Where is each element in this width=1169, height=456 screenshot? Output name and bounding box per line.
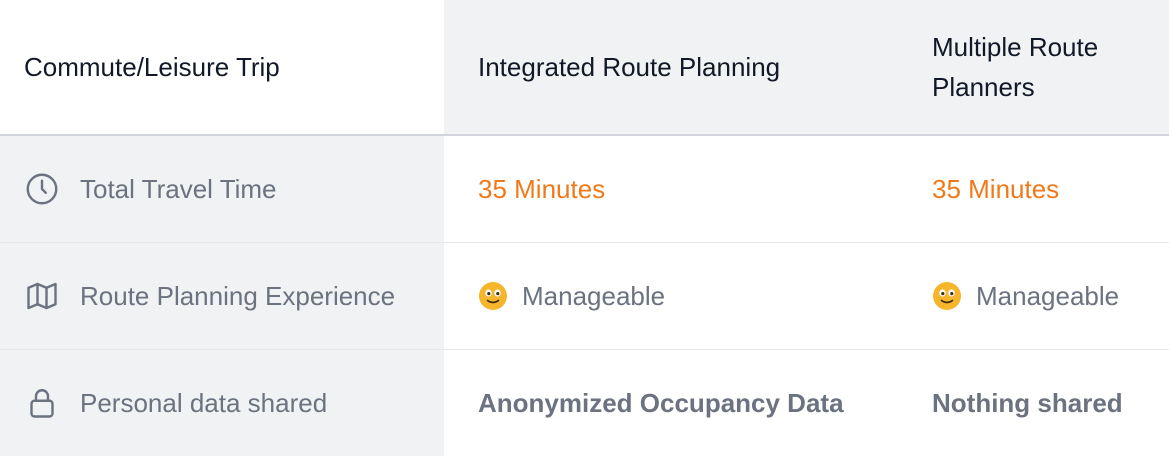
row-label-total-travel-time: Total Travel Time [0,136,444,243]
header-integrated-route-planning: Integrated Route Planning [444,0,900,136]
multiple-personal-data: Nothing shared [900,350,1169,456]
row-label-personal-data-shared: Personal data shared [0,350,444,456]
comparison-table: Commute/Leisure Trip Integrated Route Pl… [0,0,1169,456]
multiple-experience: Manageable [900,243,1169,350]
multiple-travel-time: 35 Minutes [900,136,1169,243]
header-label: Multiple Route Planners [932,32,1099,102]
header-label: Commute/Leisure Trip [24,52,280,82]
row-label: Route Planning Experience [80,280,396,311]
header-label: Integrated Route Planning [478,52,781,82]
row-label-route-planning-experience: Route Planning Experience [0,243,444,350]
smiley-face-icon [478,281,508,311]
integrated-experience: Manageable [444,243,900,350]
personal-data-value: Anonymized Occupancy Data [478,387,844,418]
integrated-travel-time: 35 Minutes [444,136,900,243]
travel-time-value: 35 Minutes [478,173,606,204]
map-icon [24,278,60,314]
lock-icon [24,385,60,421]
row-label: Personal data shared [80,387,328,418]
row-label: Total Travel Time [80,173,277,204]
integrated-personal-data: Anonymized Occupancy Data [444,350,900,456]
travel-time-value: 35 Minutes [932,173,1060,204]
header-multiple-route-planners: Multiple Route Planners [900,0,1169,136]
clock-icon [24,171,60,207]
header-commute-leisure-trip: Commute/Leisure Trip [0,0,444,136]
experience-value: Manageable [522,280,666,311]
experience-value: Manageable [976,280,1120,311]
smiley-face-icon [932,281,962,311]
personal-data-value: Nothing shared [932,387,1123,418]
